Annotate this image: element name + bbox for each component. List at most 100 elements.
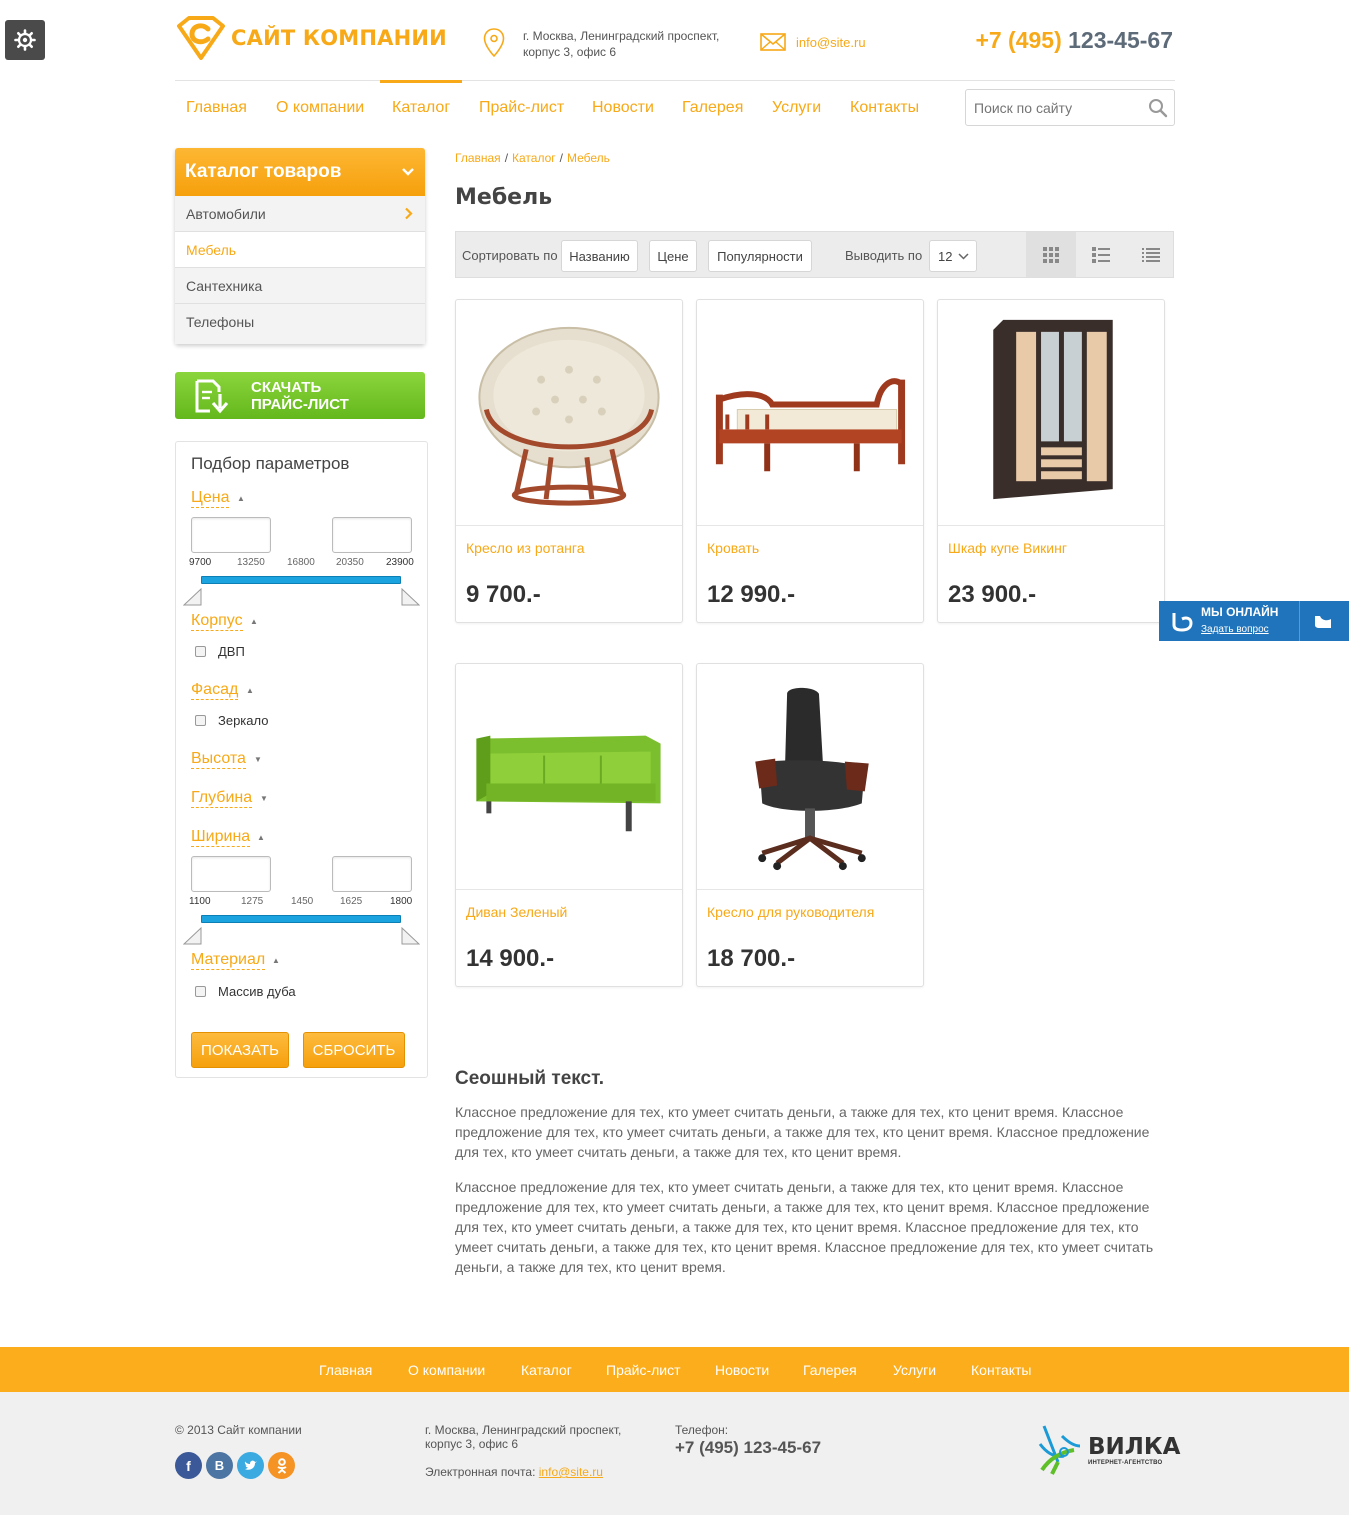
checkbox-oak[interactable]: Массив дуба	[195, 984, 296, 999]
caret-up-icon: ▲	[257, 833, 265, 842]
caret-down-icon: ▼	[260, 794, 268, 803]
footer-nav-pricelist[interactable]: Прайс-лист	[606, 1362, 681, 1378]
view-grid-button[interactable]	[1026, 232, 1076, 277]
product-card[interactable]: Кровать 12 990.-	[696, 299, 924, 623]
checkbox-box[interactable]	[195, 646, 206, 657]
price-slider-min-handle[interactable]	[183, 588, 203, 606]
filter-depth-toggle[interactable]: Глубина	[191, 789, 253, 808]
view-list-button[interactable]	[1076, 232, 1126, 277]
filter-height-toggle[interactable]: Высота	[191, 750, 246, 769]
agency-logo[interactable]: ВИЛКА ИНТЕРНЕТ-АГЕНТСТВО	[1034, 1422, 1180, 1478]
show-button[interactable]: ПОКАЗАТЬ	[191, 1032, 289, 1068]
product-image-office-chair[interactable]	[697, 664, 923, 890]
price-slider-track[interactable]	[201, 576, 401, 584]
search-input[interactable]	[966, 90, 1136, 125]
caret-up-icon: ▲	[237, 494, 245, 503]
product-name[interactable]: Кресло для руководителя	[707, 904, 874, 920]
filter-body-toggle[interactable]: Корпус	[191, 612, 243, 631]
breadcrumb-home[interactable]: Главная	[455, 151, 501, 165]
view-compact-button[interactable]	[1126, 232, 1176, 277]
checkbox-dvp[interactable]: ДВП	[195, 644, 245, 659]
download-document-icon	[195, 379, 229, 413]
breadcrumb-catalog[interactable]: Каталог	[512, 151, 556, 165]
product-name[interactable]: Шкаф купе Викинг	[948, 540, 1067, 556]
sort-toolbar: Сортировать по Названию Цене Популярност…	[455, 231, 1174, 278]
price-tick: 20350	[336, 557, 364, 568]
sort-by-price-button[interactable]: Цене	[649, 240, 697, 272]
nav-catalog[interactable]: Каталог	[379, 80, 463, 117]
width-tick: 1275	[241, 896, 264, 907]
product-card[interactable]: Диван Зеленый 14 900.-	[455, 663, 683, 987]
twitter-icon[interactable]	[237, 1452, 264, 1479]
footer-nav-news[interactable]: Новости	[715, 1362, 769, 1378]
online-chat-widget[interactable]: МЫ ОНЛАЙН Задать вопрос	[1159, 601, 1349, 641]
price-min-input[interactable]	[191, 517, 271, 553]
facebook-icon[interactable]: f	[175, 1452, 202, 1479]
product-image-wardrobe[interactable]	[938, 300, 1164, 526]
product-name[interactable]: Кресло из ротанга	[466, 540, 584, 556]
width-tick: 1100	[189, 896, 211, 907]
footer-nav-gallery[interactable]: Галерея	[803, 1362, 857, 1378]
catalog-item-plumbing[interactable]: Сантехника	[175, 268, 425, 304]
nav-news[interactable]: Новости	[592, 99, 654, 117]
width-slider-max-handle[interactable]	[400, 927, 420, 945]
product-price: 18 700.-	[707, 945, 796, 972]
settings-button[interactable]	[5, 20, 45, 60]
filter-facade-toggle[interactable]: Фасад	[191, 681, 239, 700]
nav-about[interactable]: О компании	[276, 99, 364, 117]
nav-services[interactable]: Услуги	[772, 99, 821, 117]
checkbox-label: Зеркало	[218, 713, 269, 728]
vkontakte-icon[interactable]: В	[206, 1452, 233, 1479]
width-slider-track[interactable]	[201, 915, 401, 923]
footer-nav-contacts[interactable]: Контакты	[971, 1362, 1031, 1378]
product-image-rattan-chair[interactable]	[456, 300, 682, 526]
breadcrumb-furniture[interactable]: Мебель	[567, 151, 610, 165]
nav-home[interactable]: Главная	[186, 99, 247, 117]
product-name[interactable]: Кровать	[707, 540, 759, 556]
ask-question-link[interactable]: Задать вопрос	[1201, 624, 1269, 635]
width-max-input[interactable]	[332, 856, 412, 892]
footer-nav-catalog[interactable]: Каталог	[521, 1362, 572, 1378]
catalog-item-furniture[interactable]: Мебель	[175, 232, 425, 268]
logo[interactable]: САЙТ КОМПАНИИ	[175, 16, 447, 60]
footer-phone-label: Телефон:	[675, 1423, 729, 1437]
product-card[interactable]: Кресло для руководителя 18 700.-	[696, 663, 924, 987]
price-max-input[interactable]	[332, 517, 412, 553]
download-pricelist-button[interactable]: СКАЧАТЬ ПРАЙС-ЛИСТ	[175, 372, 425, 419]
email-link[interactable]: info@site.ru	[796, 35, 866, 50]
odnoklassniki-icon[interactable]	[268, 1452, 295, 1479]
nav-gallery[interactable]: Галерея	[682, 99, 743, 117]
product-card[interactable]: Кресло из ротанга 9 700.-	[455, 299, 683, 623]
width-min-input[interactable]	[191, 856, 271, 892]
filter-price-toggle[interactable]: Цена	[191, 489, 230, 508]
nav-contacts[interactable]: Контакты	[850, 99, 919, 117]
catalog-item-cars[interactable]: Автомобили	[175, 196, 425, 232]
footer-email-link[interactable]: info@site.ru	[539, 1465, 603, 1479]
checkbox-box[interactable]	[195, 986, 206, 997]
filter-material-toggle[interactable]: Материал	[191, 951, 266, 970]
catalog-header[interactable]: Каталог товаров	[175, 148, 425, 196]
search-icon[interactable]	[1148, 98, 1168, 118]
sort-by-name-button[interactable]: Названию	[561, 240, 638, 272]
footer-nav-about[interactable]: О компании	[408, 1362, 485, 1378]
reset-button[interactable]: СБРОСИТЬ	[303, 1032, 405, 1068]
filter-width-toggle[interactable]: Ширина	[191, 828, 251, 847]
price-slider-max-handle[interactable]	[400, 588, 420, 606]
nav-pricelist[interactable]: Прайс-лист	[479, 99, 564, 117]
catalog-item-phones[interactable]: Телефоны	[175, 304, 425, 344]
footer-email-value: info@site.ru	[538, 1465, 603, 1479]
footer-nav-home[interactable]: Главная	[319, 1362, 372, 1378]
product-image-green-sofa[interactable]	[456, 664, 682, 890]
width-slider-min-handle[interactable]	[183, 927, 203, 945]
checkbox-mirror[interactable]: Зеркало	[195, 713, 268, 728]
sort-by-popularity-button[interactable]: Популярности	[708, 240, 812, 272]
per-page-select[interactable]: 12	[929, 240, 977, 272]
product-name[interactable]: Диван Зеленый	[466, 904, 567, 920]
product-image-bed[interactable]	[697, 300, 923, 526]
copyright: © 2013 Сайт компании	[175, 1423, 302, 1437]
footer-nav-services[interactable]: Услуги	[893, 1362, 936, 1378]
checkbox-box[interactable]	[195, 715, 206, 726]
main-nav: Главная О компании Каталог Прайс-лист Но…	[175, 80, 1175, 136]
chat-icon[interactable]	[1314, 613, 1332, 629]
product-card[interactable]: Шкаф купе Викинг 23 900.-	[937, 299, 1165, 623]
